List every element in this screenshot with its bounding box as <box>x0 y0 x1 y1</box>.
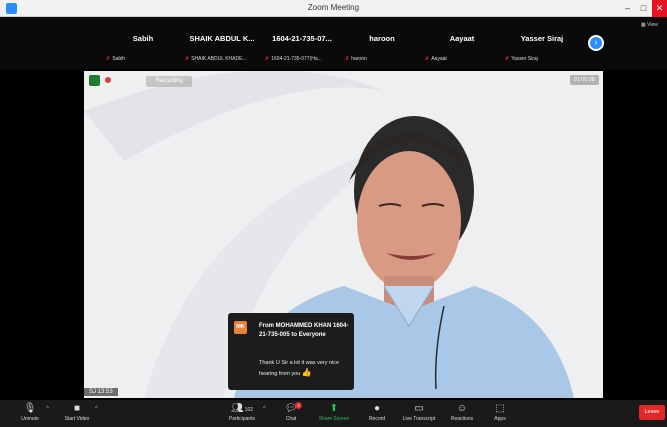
participant-name: Yasser Siraj <box>520 34 564 43</box>
participant-tile[interactable]: Aayaat ✗ Aayaat <box>423 21 501 65</box>
participant-tile[interactable]: Yasser Siraj ✗ Yasser Siraj <box>503 21 581 65</box>
minimize-button[interactable]: – <box>620 0 635 17</box>
record-button[interactable]: ● Record <box>357 402 397 424</box>
leave-button[interactable]: Leave <box>639 405 665 420</box>
chat-message: Thank U Sir a lot it was very nice heari… <box>259 360 340 377</box>
participant-label: haroon <box>351 56 367 62</box>
sender-avatar: MK <box>234 321 247 334</box>
participant-tile[interactable]: SHAIK ABDUL K... ✗ SHAIK ABDUL KHADE... <box>183 21 261 65</box>
meeting-toolbar: 🎙︎ Unmute ^ ■ Start Video ^ 👥︎102 Partic… <box>0 400 667 427</box>
unmute-button[interactable]: 🎙︎ Unmute <box>10 402 50 424</box>
unmute-label: Unmute <box>21 416 39 422</box>
participant-name: 1604-21-735-07... <box>272 34 332 43</box>
share-screen-icon: ⬆ <box>329 403 339 414</box>
reactions-icon: ☺ <box>456 403 468 414</box>
participants-caret-icon[interactable]: ^ <box>263 406 266 412</box>
participant-label: SHAIK ABDUL KHADE... <box>191 56 247 62</box>
view-label: View <box>647 22 658 28</box>
participant-gallery-strip: Sabih ✗ Sabih SHAIK ABDUL K... ✗ SHAIK ABD… <box>0 17 667 69</box>
participant-tile[interactable]: Sabih ✗ Sabih <box>104 21 182 65</box>
chat-button[interactable]: 💬︎ 3 Chat <box>271 402 311 424</box>
chat-notification-popup[interactable]: MK From MOHAMMED KHAN 1604-21-735-005 to… <box>228 313 354 390</box>
next-page-button[interactable]: › <box>588 35 604 51</box>
recording-label[interactable]: Recording <box>146 76 192 87</box>
chat-icon: 💬︎ <box>284 403 298 414</box>
participant-label: Sabih <box>112 56 125 62</box>
participants-button[interactable]: 👥︎102 Participants <box>220 402 264 424</box>
video-off-icon: ■ <box>73 403 81 414</box>
record-icon: ● <box>373 403 381 414</box>
thumbs-up-icon: 👍 <box>301 368 312 377</box>
muted-mic-icon: ✗ <box>345 56 350 62</box>
window-titlebar: Zoom Meeting – □ ✕ <box>0 0 667 17</box>
muted-mic-icon: ✗ <box>106 56 111 62</box>
share-screen-label: Share Screen <box>318 416 350 422</box>
muted-mic-icon: ✗ <box>265 56 270 62</box>
chat-unread-badge: 3 <box>295 402 302 409</box>
chat-label: Chat <box>285 416 297 422</box>
participant-tile[interactable]: 1604-21-735-07... ✗ 1604-21-735-077(Ha... <box>263 21 341 65</box>
start-video-button[interactable]: ■ Start Video <box>57 402 97 424</box>
record-label: Record <box>368 416 386 422</box>
grid-view-icon: ▦ <box>641 22 646 28</box>
participant-name: haroon <box>369 34 395 43</box>
close-button[interactable]: ✕ <box>652 0 667 17</box>
start-video-label: Start Video <box>64 416 90 422</box>
cc-icon: ▭ <box>414 403 424 414</box>
participant-label: Aayaat <box>431 56 447 62</box>
participant-name: SHAIK ABDUL K... <box>189 34 255 43</box>
share-screen-button[interactable]: ⬆ Share Screen <box>314 402 354 424</box>
speaker-name-tag: SJ 13:53 <box>84 388 118 396</box>
video-options-caret-icon[interactable]: ^ <box>95 406 98 412</box>
participant-label: Yasser Siraj <box>511 56 538 62</box>
participant-label: 1604-21-735-077(Ha... <box>271 56 322 62</box>
chevron-right-icon: › <box>594 37 598 47</box>
reactions-button[interactable]: ☺ Reactions <box>442 402 482 424</box>
participants-count: 102 <box>244 407 254 413</box>
maximize-button[interactable]: □ <box>636 0 651 17</box>
meeting-timer: 01:00:28 <box>569 75 599 85</box>
apps-icon: ⬚ <box>495 403 505 414</box>
recording-dot-icon <box>105 77 111 83</box>
participants-label: Participants <box>228 416 256 422</box>
audio-options-caret-icon[interactable]: ^ <box>46 406 49 412</box>
chat-sender: From MOHAMMED KHAN 1604-21-735-005 to Ev… <box>259 323 349 338</box>
participants-icon: 👥︎ <box>230 403 244 414</box>
live-transcript-button[interactable]: ▭ Live Transcript <box>399 402 439 424</box>
participant-name: Sabih <box>132 34 154 43</box>
apps-label: Apps <box>494 416 506 422</box>
reactions-label: Reactions <box>450 416 474 422</box>
encryption-shield-icon[interactable] <box>89 75 100 86</box>
live-transcript-label: Live Transcript <box>402 416 436 422</box>
participant-tile[interactable]: haroon ✗ haroon <box>343 21 421 65</box>
muted-mic-icon: ✗ <box>505 56 510 62</box>
apps-button[interactable]: ⬚ Apps <box>480 402 520 424</box>
muted-mic-icon: 🎙︎ <box>23 403 37 414</box>
muted-mic-icon: ✗ <box>425 56 430 62</box>
muted-mic-icon: ✗ <box>185 56 190 62</box>
view-button[interactable]: ▦ View <box>641 22 658 28</box>
window-title: Zoom Meeting <box>307 3 360 12</box>
participant-name: Aayaat <box>449 34 475 43</box>
